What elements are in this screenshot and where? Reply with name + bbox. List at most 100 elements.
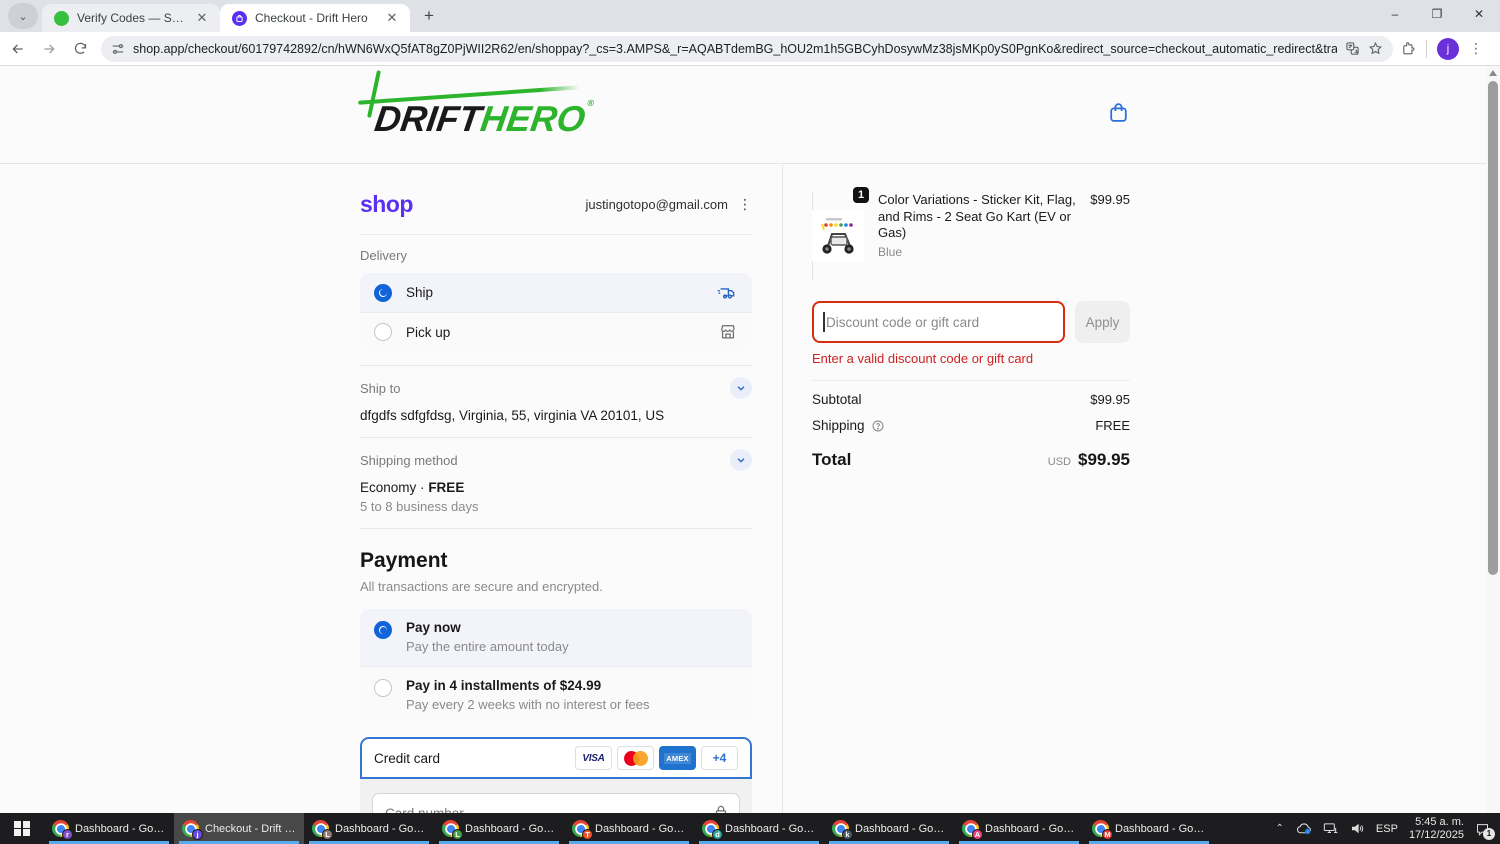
credit-card-header[interactable]: Credit card VISA AMEX +4 <box>360 737 752 779</box>
apply-discount-button[interactable]: Apply <box>1075 301 1130 343</box>
shipping-row: Shipping FREE <box>812 418 1130 433</box>
notification-count-badge: 1 <box>1483 827 1495 840</box>
tab-title: Checkout - Drift Hero <box>255 11 368 25</box>
browser-tab-checkout[interactable]: Checkout - Drift Hero ✕ <box>220 4 410 32</box>
chrome-icon: T <box>572 820 593 840</box>
profile-badge: k <box>842 829 853 840</box>
ship-to-header: Ship to <box>360 377 752 399</box>
tab-close-icon[interactable]: ✕ <box>194 10 210 26</box>
discount-code-input[interactable] <box>812 301 1065 343</box>
forward-button[interactable] <box>36 36 62 62</box>
tray-expand-icon[interactable]: ⌃ <box>1276 823 1284 834</box>
lock-icon <box>712 803 730 813</box>
reload-button[interactable] <box>67 36 93 62</box>
payment-option-pay-now[interactable]: Pay now Pay the entire amount today <box>360 609 752 666</box>
radio-ship[interactable] <box>374 283 392 302</box>
restore-button[interactable]: ❐ <box>1416 0 1458 28</box>
delivery-option-pickup[interactable]: Pick up <box>360 312 752 351</box>
shipping-address: dfgdfs sdfgfdsg, Virginia, 55, virginia … <box>360 408 665 423</box>
page-scrollbar[interactable] <box>1486 66 1500 813</box>
minimize-button[interactable]: – <box>1374 0 1416 28</box>
amex-icon: AMEX <box>659 746 696 770</box>
address-bar[interactable]: shop.app/checkout/60179742892/cn/hWN6WxQ… <box>101 35 1393 62</box>
taskbar-item[interactable]: dDashboard - Googl... <box>694 813 824 844</box>
toolbar-divider <box>1426 39 1427 58</box>
delivery-option-ship[interactable]: Ship <box>360 273 752 312</box>
chrome-icon: d <box>702 820 723 840</box>
discount-row: Apply <box>812 301 1130 343</box>
radio-pickup[interactable] <box>374 323 392 341</box>
subtotal-row: Subtotal $99.95 <box>812 392 1130 407</box>
shipping-price: FREE <box>428 480 465 495</box>
line-item: 1 Color Variations - Sticker Kit, Flag, … <box>812 185 1130 280</box>
card-number-input[interactable] <box>372 793 740 813</box>
discount-error-message: Enter a valid discount code or gift card <box>812 351 1034 366</box>
currency-code: USD <box>1047 456 1071 468</box>
chrome-icon: j <box>182 820 203 840</box>
shipping-method-expand-button[interactable] <box>730 449 752 471</box>
start-button[interactable] <box>0 813 44 844</box>
taskbar-item[interactable]: ADashboard - Googl... <box>954 813 1084 844</box>
clock[interactable]: 5:45 a. m. 17/12/2025 <box>1409 816 1464 842</box>
browser-tab-simplycodes[interactable]: Verify Codes — SimplyCodes ✕ <box>42 4 220 32</box>
profile-badge: j <box>192 829 203 840</box>
taskbar-item[interactable]: jCheckout - Drift He... <box>174 813 304 844</box>
taskbar-item[interactable]: LDashboard - Googl... <box>304 813 434 844</box>
shop-menu-icon[interactable]: ⋮ <box>738 196 752 213</box>
notification-icon[interactable]: 1 <box>1475 822 1495 840</box>
site-settings-icon[interactable] <box>111 42 125 56</box>
profile-avatar[interactable]: j <box>1437 37 1459 60</box>
chrome-icon: M <box>1092 820 1113 840</box>
url-text[interactable]: shop.app/checkout/60179742892/cn/hWN6WxQ… <box>133 42 1337 56</box>
shipping-info-icon[interactable] <box>871 419 885 433</box>
taskbar-item-label: Dashboard - Googl... <box>1115 822 1206 835</box>
translate-icon[interactable] <box>1345 41 1360 56</box>
new-tab-button[interactable]: + <box>416 3 442 29</box>
close-button[interactable]: ✕ <box>1458 0 1500 28</box>
bookmark-star-icon[interactable] <box>1368 41 1383 56</box>
taskbar-item[interactable]: MDashboard - Googl... <box>1084 813 1214 844</box>
tab-close-icon[interactable]: ✕ <box>384 10 400 26</box>
language-indicator[interactable]: ESP <box>1376 823 1398 835</box>
taskbar-item-label: Dashboard - Googl... <box>855 822 946 835</box>
shipping-value: FREE <box>1095 418 1130 433</box>
ship-to-label: Ship to <box>360 380 401 396</box>
taskbar-item-label: Dashboard - Googl... <box>595 822 686 835</box>
onedrive-icon[interactable]: i <box>1295 822 1312 835</box>
taskbar-item-label: Checkout - Drift He... <box>205 822 296 835</box>
column-divider <box>782 165 783 813</box>
mastercard-icon <box>617 746 654 770</box>
cart-bag-icon[interactable] <box>1106 100 1131 125</box>
tray-date: 17/12/2025 <box>1408 828 1464 841</box>
chrome-icon: A <box>962 820 983 840</box>
total-row: Total USD $99.95 <box>812 450 1130 469</box>
payment-option-installments[interactable]: Pay in 4 installments of $24.99 Pay ever… <box>360 666 752 724</box>
back-button[interactable] <box>5 36 31 62</box>
taskbar-item[interactable]: TDashboard - Googl... <box>564 813 694 844</box>
shipping-method-header: Shipping method <box>360 449 752 471</box>
quantity-badge: 1 <box>851 185 871 205</box>
scrollbar-up-arrow[interactable] <box>1489 70 1497 76</box>
shipping-method-value: Economy · FREE <box>360 480 465 495</box>
speaker-icon[interactable] <box>1350 822 1365 835</box>
tab-title: Verify Codes — SimplyCodes <box>77 11 186 25</box>
tab-search-button[interactable]: ⌄ <box>8 3 38 29</box>
network-icon[interactable] <box>1323 822 1339 835</box>
scrollbar-thumb[interactable] <box>1488 81 1498 575</box>
delivery-label: Delivery <box>360 248 407 263</box>
browser-menu-icon[interactable]: ⋮ <box>1469 40 1483 57</box>
chrome-icon: L <box>312 820 333 840</box>
taskbar-item[interactable]: LDashboard - Googl... <box>434 813 564 844</box>
total-value: $99.95 <box>1078 450 1130 469</box>
taskbar-item-label: Dashboard - Googl... <box>335 822 426 835</box>
product-variant: Blue <box>878 244 903 259</box>
radio-installments[interactable] <box>374 679 392 697</box>
taskbar-item[interactable]: rDashboard - Googl... <box>44 813 174 844</box>
radio-pay-now[interactable] <box>374 621 392 639</box>
taskbar-item[interactable]: kDashboard - Googl... <box>824 813 954 844</box>
extensions-icon[interactable] <box>1401 41 1416 56</box>
ship-to-expand-button[interactable] <box>730 377 752 399</box>
taskbar-items: rDashboard - Googl...jCheckout - Drift H… <box>44 813 1214 844</box>
store-logo[interactable]: DRIFTHERO® <box>372 98 594 140</box>
card-number-field-wrap <box>372 793 740 813</box>
